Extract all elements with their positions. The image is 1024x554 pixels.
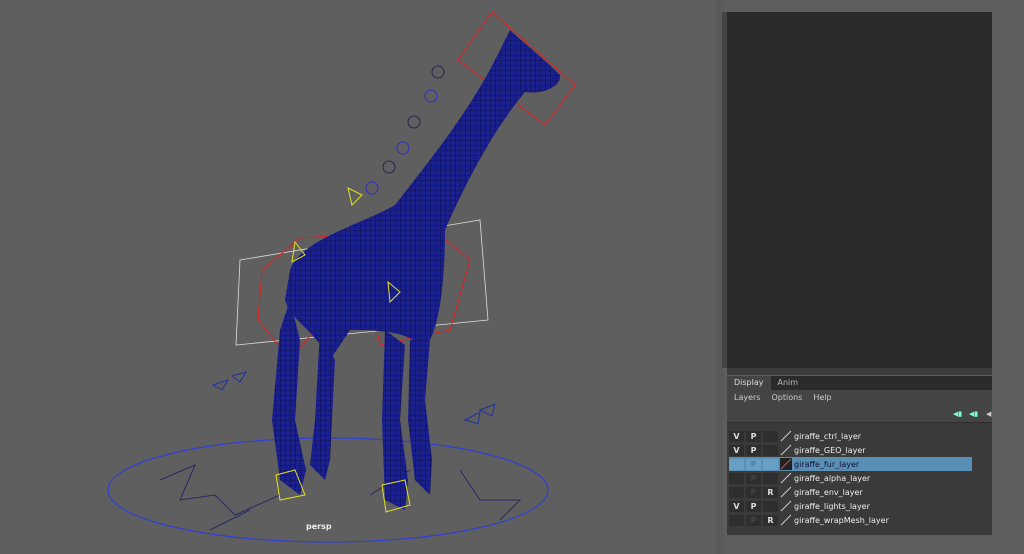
- layer-row[interactable]: P R giraffe_env_layer: [729, 485, 972, 499]
- lights: [211, 371, 496, 425]
- menu-help[interactable]: Help: [813, 393, 831, 402]
- channel-box-panel: [722, 12, 992, 368]
- move-layer-down-icon[interactable]: ◀▮: [969, 410, 978, 418]
- layer-name[interactable]: giraffe_lights_layer: [794, 502, 870, 511]
- layer-name[interactable]: giraffe_GEO_layer: [794, 446, 866, 455]
- visibility-toggle[interactable]: [729, 486, 744, 498]
- layer-name[interactable]: giraffe_ctrl_layer: [794, 432, 861, 441]
- display-type-toggle[interactable]: R: [763, 486, 778, 498]
- display-type-toggle[interactable]: [763, 430, 778, 442]
- playback-toggle[interactable]: P: [746, 458, 761, 470]
- menu-layers[interactable]: Layers: [734, 393, 760, 402]
- display-type-toggle[interactable]: [763, 500, 778, 512]
- giraffe-mesh: [272, 30, 561, 510]
- layer-row[interactable]: P giraffe_fur_layer: [729, 457, 972, 471]
- giraffe-scene: [107, 11, 576, 543]
- playback-toggle[interactable]: P: [746, 486, 761, 498]
- layer-name[interactable]: giraffe_env_layer: [794, 488, 863, 497]
- playback-toggle[interactable]: P: [746, 444, 761, 456]
- playback-toggle[interactable]: P: [746, 472, 761, 484]
- move-layer-up-icon[interactable]: ◀▮: [953, 410, 962, 418]
- camera-label: persp: [306, 522, 332, 531]
- layer-row[interactable]: V P giraffe_ctrl_layer: [729, 429, 972, 443]
- playback-toggle[interactable]: P: [746, 500, 761, 512]
- layer-name[interactable]: giraffe_alpha_layer: [794, 474, 870, 483]
- layer-color-icon[interactable]: [780, 430, 792, 442]
- display-type-toggle[interactable]: [763, 472, 778, 484]
- layer-color-icon[interactable]: [780, 514, 792, 526]
- layer-color-icon[interactable]: [780, 500, 792, 512]
- visibility-toggle[interactable]: V: [729, 430, 744, 442]
- playback-toggle[interactable]: P: [746, 430, 761, 442]
- layer-color-icon[interactable]: [780, 458, 792, 470]
- display-type-toggle[interactable]: R: [763, 514, 778, 526]
- layer-editor: Display Anim Layers Options Help ◀▮ ◀▮ ◀…: [727, 376, 992, 535]
- new-layer-icon[interactable]: ◀: [986, 410, 991, 418]
- visibility-toggle[interactable]: V: [729, 500, 744, 512]
- tab-display[interactable]: Display: [727, 376, 771, 390]
- layer-color-icon[interactable]: [780, 486, 792, 498]
- perspective-viewport[interactable]: persp: [0, 0, 716, 554]
- layer-name[interactable]: giraffe_fur_layer: [794, 460, 859, 469]
- layer-name[interactable]: giraffe_wrapMesh_layer: [794, 516, 889, 525]
- layer-color-icon[interactable]: [780, 444, 792, 456]
- visibility-toggle[interactable]: [729, 458, 744, 470]
- layer-row[interactable]: V P giraffe_GEO_layer: [729, 443, 972, 457]
- visibility-toggle[interactable]: V: [729, 444, 744, 456]
- display-type-toggle[interactable]: [763, 458, 778, 470]
- layer-list: V P giraffe_ctrl_layer V P giraffe_GEO_la…: [727, 423, 992, 535]
- visibility-toggle[interactable]: [729, 472, 744, 484]
- layer-row[interactable]: P R giraffe_wrapMesh_layer: [729, 513, 972, 527]
- layer-row[interactable]: V P giraffe_lights_layer: [729, 499, 972, 513]
- menu-options[interactable]: Options: [771, 393, 802, 402]
- playback-toggle[interactable]: P: [746, 514, 761, 526]
- panel-splitter[interactable]: [727, 368, 992, 375]
- layer-row[interactable]: P giraffe_alpha_layer: [729, 471, 972, 485]
- tab-anim[interactable]: Anim: [771, 376, 806, 390]
- layer-color-icon[interactable]: [780, 472, 792, 484]
- ground-arrow-ctrl: [159, 464, 522, 531]
- display-type-toggle[interactable]: [763, 444, 778, 456]
- visibility-toggle[interactable]: [729, 514, 744, 526]
